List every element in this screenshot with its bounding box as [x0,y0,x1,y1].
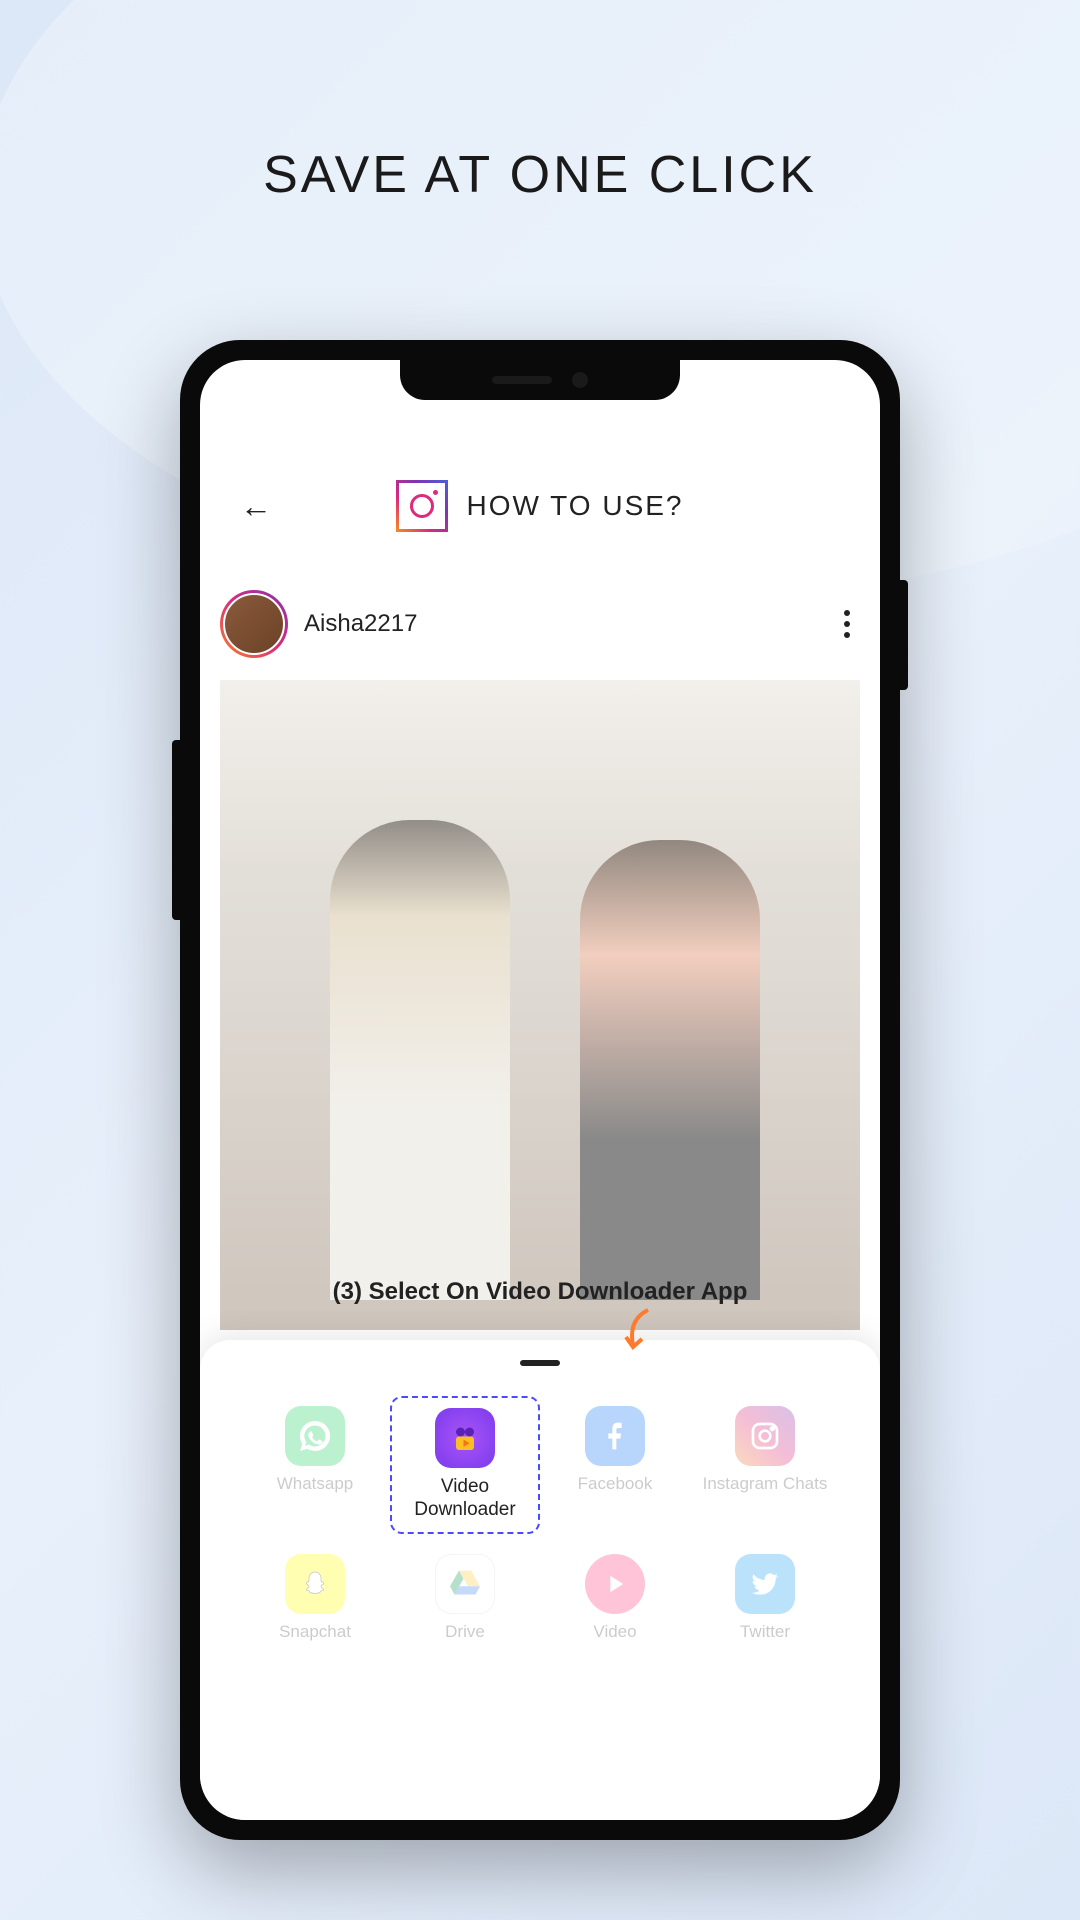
page-headline: SAVE AT ONE CLICK [0,145,1080,205]
share-item-snapchat[interactable]: Snapchat [240,1544,390,1652]
share-sheet: Whatsapp Video Downloader Facebook [200,1340,880,1820]
share-label: Whatsapp [277,1474,354,1494]
share-label: Drive [445,1622,485,1642]
share-item-video[interactable]: Video [540,1544,690,1652]
username: Aisha2217 [304,610,417,638]
phone-notch [400,360,680,400]
share-label: Instagram Chats [703,1474,828,1494]
post-image [220,680,860,1330]
video-downloader-icon [435,1408,495,1468]
share-label: Video Downloader [414,1476,515,1522]
facebook-icon [585,1406,645,1466]
avatar [220,590,288,658]
share-item-drive[interactable]: Drive [390,1544,540,1652]
share-item-video-downloader[interactable]: Video Downloader [390,1396,540,1534]
instruction-text: (3) Select On Video Downloader App [200,1278,880,1306]
app-header: ← HOW TO USE? [200,480,880,532]
whatsapp-icon [285,1406,345,1466]
share-label: Video [593,1622,636,1642]
sheet-handle[interactable] [520,1360,560,1366]
drive-icon [435,1554,495,1614]
twitter-icon [735,1554,795,1614]
phone-frame: ← HOW TO USE? Aisha2217 (3) Select [180,340,900,1840]
share-label: Twitter [740,1622,790,1642]
pointer-arrow-icon [618,1305,658,1355]
phone-speaker [492,376,552,384]
video-icon [585,1554,645,1614]
phone-camera [572,372,588,388]
share-grid: Whatsapp Video Downloader Facebook [200,1396,880,1652]
header-center: HOW TO USE? [272,480,808,532]
share-label: Snapchat [279,1622,351,1642]
more-options-icon[interactable] [834,600,860,648]
post-user[interactable]: Aisha2217 [220,590,417,658]
share-item-whatsapp[interactable]: Whatsapp [240,1396,390,1534]
share-label: Facebook [578,1474,653,1494]
snapchat-icon [285,1554,345,1614]
instagram-icon [396,480,448,532]
share-item-twitter[interactable]: Twitter [690,1544,840,1652]
phone-screen: ← HOW TO USE? Aisha2217 (3) Select [200,360,880,1820]
share-item-instagram-chats[interactable]: Instagram Chats [690,1396,840,1534]
instagram-chats-icon [735,1406,795,1466]
header-title: HOW TO USE? [466,490,683,522]
back-arrow-icon[interactable]: ← [240,488,272,525]
post-header: Aisha2217 [200,590,880,658]
share-item-facebook[interactable]: Facebook [540,1396,690,1534]
